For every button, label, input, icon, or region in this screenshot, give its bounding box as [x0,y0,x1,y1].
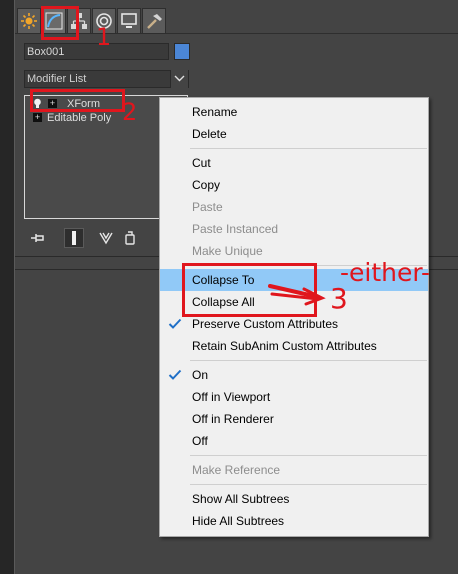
checkmark-icon [166,364,184,386]
menu-item-off-in-viewport[interactable]: Off in Viewport [160,386,428,408]
show-end-result-icon [72,231,76,245]
menu-item-label: Copy [192,178,221,192]
menu-item-copy[interactable]: Copy [160,174,428,196]
menu-item-label: On [192,368,209,382]
create-tab[interactable] [17,8,41,33]
menu-item-label: Off in Viewport [192,390,271,404]
remove-modifier-icon [125,231,135,245]
annotation-box-xform [30,89,125,112]
annotation-box-modify-tab [41,6,79,40]
menu-separator [190,484,427,485]
create-tab-sun-icon [21,13,37,29]
menu-item-label: Delete [192,127,227,141]
menu-item-label: Rename [192,105,238,119]
make-unique-button[interactable] [96,228,116,248]
menu-separator [190,455,427,456]
remove-modifier-button[interactable] [120,228,140,248]
pin-stack-button[interactable] [28,228,48,248]
menu-item-off-in-renderer[interactable]: Off in Renderer [160,408,428,430]
modifier-list-label: Modifier List [27,73,87,85]
menu-item-off[interactable]: Off [160,430,428,452]
utilities-tab-hammer-icon [147,14,162,29]
annotation-either: -either- [340,258,431,287]
command-panel-tabs [15,8,458,36]
menu-item-label: Paste [192,200,223,214]
menu-item-label: Paste Instanced [192,222,279,236]
chevron-down-icon[interactable] [170,70,188,88]
annotation-step-1: 1 [96,23,112,51]
expand-plus-icon[interactable]: + [33,113,42,122]
menu-item-label: Make Reference [192,463,281,477]
menu-item-label: Off in Renderer [192,412,274,426]
annotation-step-3: 3 [330,282,348,315]
make-unique-icon [99,232,113,245]
utilities-tab[interactable] [142,8,166,33]
menu-separator [190,148,427,149]
viewport-edge-strip [0,0,15,574]
menu-item-label: Make Unique [192,244,263,258]
menu-item-make-reference: Make Reference [160,459,428,481]
menu-item-label: Hide All Subtrees [192,514,285,528]
annotation-step-2: 2 [122,98,138,126]
menu-item-label: Show All Subtrees [192,492,290,506]
annotation-arrow-icon [268,284,326,306]
display-tab-icon [121,13,137,28]
menu-item-retain-subanim-custom-attributes[interactable]: Retain SubAnim Custom Attributes [160,335,428,357]
menu-item-hide-all-subtrees[interactable]: Hide All Subtrees [160,510,428,532]
menu-item-rename[interactable]: Rename [160,101,428,123]
display-tab[interactable] [117,8,141,33]
menu-item-paste: Paste [160,196,428,218]
object-color-swatch[interactable] [174,43,190,60]
menu-item-paste-instanced: Paste Instanced [160,218,428,240]
menu-item-label: Cut [192,156,211,170]
menu-item-label: Preserve Custom Attributes [192,317,339,331]
show-end-result-button[interactable] [64,228,84,248]
menu-separator [190,360,427,361]
menu-item-show-all-subtrees[interactable]: Show All Subtrees [160,488,428,510]
menu-item-label: Retain SubAnim Custom Attributes [192,339,377,353]
tab-divider [15,33,458,34]
menu-item-label: Off [192,434,208,448]
modifier-context-menu: Rename Delete Cut Copy Paste Paste Instanced M… [159,97,429,537]
stack-item-label: Editable Poly [47,112,112,124]
menu-item-cut[interactable]: Cut [160,152,428,174]
menu-item-on[interactable]: On [160,364,428,386]
modifier-list-dropdown[interactable]: Modifier List [24,70,189,88]
pin-stack-icon [31,234,44,242]
menu-item-delete[interactable]: Delete [160,123,428,145]
